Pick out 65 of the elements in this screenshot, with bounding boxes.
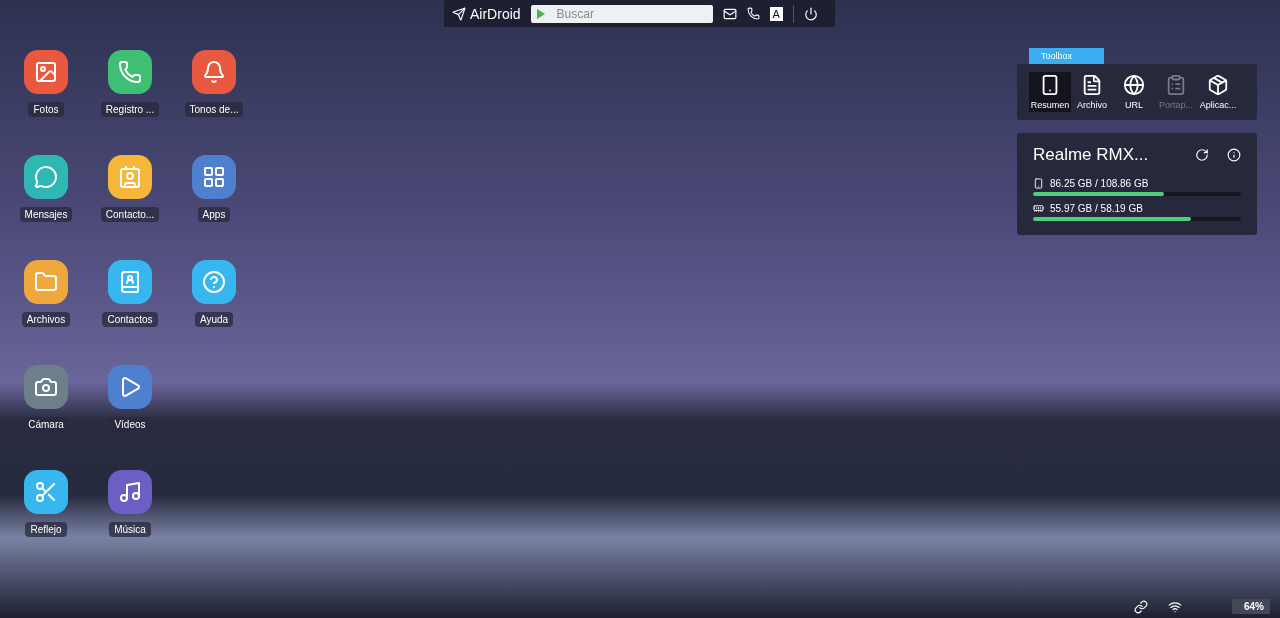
app-label: Ayuda bbox=[194, 312, 234, 327]
app-icon[interactable] bbox=[192, 50, 236, 94]
app-icon[interactable] bbox=[108, 260, 152, 304]
app-label: Contacto... bbox=[100, 207, 160, 222]
package-icon bbox=[1207, 74, 1229, 96]
phone-icon[interactable] bbox=[746, 7, 760, 20]
clipboard-icon bbox=[1165, 74, 1187, 96]
search-field[interactable]: Buscar bbox=[530, 4, 713, 23]
phone-icon bbox=[118, 60, 142, 84]
folder-icon bbox=[34, 270, 58, 294]
scissors-icon bbox=[34, 480, 58, 504]
storage-reading: 55.97 GB / 58.19 GB bbox=[1050, 203, 1143, 214]
app-icon[interactable] bbox=[192, 155, 236, 199]
app-icon[interactable] bbox=[24, 365, 68, 409]
app-icon[interactable] bbox=[108, 365, 152, 409]
memory-card-icon bbox=[1033, 203, 1044, 214]
wifi-icon bbox=[1168, 599, 1182, 614]
link-icon[interactable] bbox=[1134, 599, 1148, 614]
bell-icon bbox=[202, 60, 226, 84]
storage-reading: 86.25 GB / 108.86 GB bbox=[1050, 178, 1149, 189]
grid-icon bbox=[202, 165, 226, 189]
app-label: Contactos bbox=[102, 312, 158, 327]
app-label: Mensajes bbox=[19, 207, 73, 222]
app-icon[interactable] bbox=[192, 260, 236, 304]
app-label: Fotos bbox=[28, 102, 64, 117]
tool-button[interactable]: Resumen bbox=[1029, 72, 1071, 112]
chat-bubble-icon bbox=[34, 165, 58, 189]
app-label: Reflejo bbox=[25, 522, 67, 537]
address-book-icon bbox=[118, 270, 142, 294]
play-store-icon bbox=[536, 8, 545, 19]
phone-icon bbox=[1033, 178, 1044, 189]
app-icon[interactable] bbox=[24, 155, 68, 199]
globe-icon bbox=[1123, 74, 1145, 96]
camera-icon bbox=[34, 375, 58, 399]
tool-button[interactable]: URL bbox=[1113, 72, 1155, 112]
app-label: Música bbox=[109, 522, 151, 537]
app-label: Registro ... bbox=[100, 102, 160, 117]
device-name: Realme RMX... bbox=[1033, 145, 1149, 165]
app-icon[interactable] bbox=[108, 470, 152, 514]
app-icon[interactable] bbox=[108, 155, 152, 199]
app-label: Tonos de... bbox=[184, 102, 244, 117]
power-icon[interactable] bbox=[803, 6, 818, 21]
refresh-icon[interactable] bbox=[1195, 148, 1209, 162]
search-input[interactable]: Buscar bbox=[556, 6, 697, 21]
mail-icon[interactable] bbox=[722, 6, 737, 21]
logo[interactable]: AirDroid bbox=[452, 5, 521, 22]
app-label: Vídeos bbox=[109, 417, 151, 432]
battery-level: 64% bbox=[1232, 599, 1270, 614]
app-icon[interactable] bbox=[24, 50, 68, 94]
keyboard-key[interactable]: A bbox=[769, 6, 783, 21]
document-icon bbox=[1081, 74, 1103, 96]
help-icon bbox=[202, 270, 226, 294]
app-label: Apps bbox=[197, 207, 231, 222]
app-label: Archivos bbox=[21, 312, 71, 327]
info-icon[interactable] bbox=[1227, 148, 1241, 162]
image-icon bbox=[34, 60, 58, 84]
app-label: Cámara bbox=[23, 417, 69, 432]
tool-button[interactable]: Aplicac... bbox=[1197, 72, 1239, 112]
app-icon[interactable] bbox=[108, 50, 152, 94]
app-icon[interactable] bbox=[24, 260, 68, 304]
tool-button[interactable]: Archivo bbox=[1071, 72, 1113, 112]
contact-card-icon bbox=[118, 165, 142, 189]
app-icon[interactable] bbox=[24, 470, 68, 514]
paper-plane-icon bbox=[452, 6, 466, 21]
music-note-icon bbox=[118, 480, 142, 504]
